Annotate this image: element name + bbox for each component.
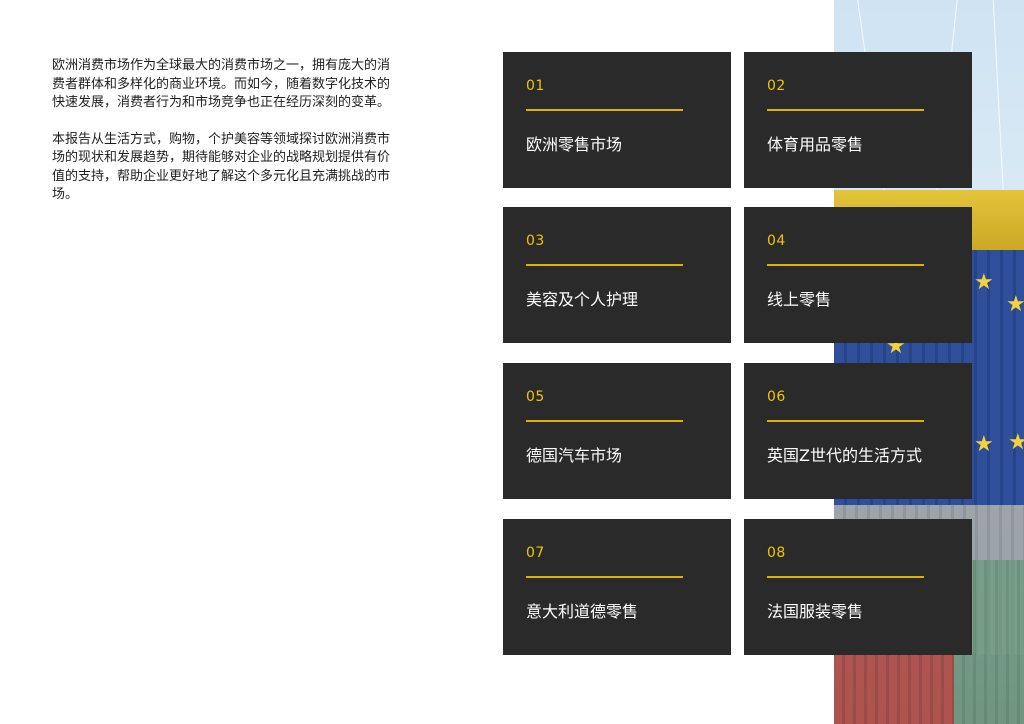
chapter-title: 意大利道德零售 [526, 602, 639, 621]
chapter-number: 08 [767, 545, 786, 561]
chapter-number: 01 [526, 78, 545, 94]
chapter-card-08[interactable]: 08 法国服装零售 [744, 519, 972, 655]
chapter-title: 体育用品零售 [767, 135, 864, 154]
red-container [834, 655, 954, 724]
divider [526, 264, 683, 266]
chapter-card-04[interactable]: 04 线上零售 [744, 207, 972, 343]
divider [767, 264, 924, 266]
chapter-number: 03 [526, 233, 545, 249]
intro-paragraph-1: 欧洲消费市场作为全球最大的消费市场之一，拥有庞大的消费者群体和多样化的商业环境。… [52, 58, 391, 110]
chapter-number: 05 [526, 389, 545, 405]
chapter-card-07[interactable]: 07 意大利道德零售 [503, 519, 731, 655]
divider [526, 109, 683, 111]
divider [767, 420, 924, 422]
star-icon: ★ [1008, 430, 1024, 455]
chapter-number: 04 [767, 233, 786, 249]
divider [767, 576, 924, 578]
chapter-title: 英国Z世代的生活方式 [767, 446, 922, 465]
intro-paragraph-2: 本报告从生活方式，购物，个护美容等领域探讨欧洲消费市场的现状和发展趋势，期待能够… [52, 131, 391, 203]
divider [526, 576, 683, 578]
chapter-title: 德国汽车市场 [526, 446, 623, 465]
intro-text: 欧洲消费市场作为全球最大的消费市场之一，拥有庞大的消费者群体和多样化的商业环境。… [52, 57, 392, 223]
chapter-number: 06 [767, 389, 786, 405]
divider [767, 109, 924, 111]
page: 欧洲消费市场作为全球最大的消费市场之一，拥有庞大的消费者群体和多样化的商业环境。… [0, 0, 1024, 724]
star-icon: ★ [1006, 292, 1024, 317]
chapter-number: 02 [767, 78, 786, 94]
chapter-card-01[interactable]: 01 欧洲零售市场 [503, 52, 731, 188]
chapter-card-03[interactable]: 03 美容及个人护理 [503, 207, 731, 343]
star-icon: ★ [974, 432, 994, 457]
chapter-title: 法国服装零售 [767, 602, 864, 621]
chapter-title: 欧洲零售市场 [526, 135, 623, 154]
divider [526, 420, 683, 422]
chapter-number: 07 [526, 545, 545, 561]
chapter-card-05[interactable]: 05 德国汽车市场 [503, 363, 731, 499]
chapter-title: 线上零售 [767, 290, 832, 309]
chapter-card-06[interactable]: 06 英国Z世代的生活方式 [744, 363, 972, 499]
chapter-grid: 01 欧洲零售市场 02 体育用品零售 03 美容及个人护理 04 线上零售 0… [503, 52, 972, 655]
chapter-card-02[interactable]: 02 体育用品零售 [744, 52, 972, 188]
chapter-title: 美容及个人护理 [526, 290, 639, 309]
star-icon: ★ [974, 270, 994, 295]
